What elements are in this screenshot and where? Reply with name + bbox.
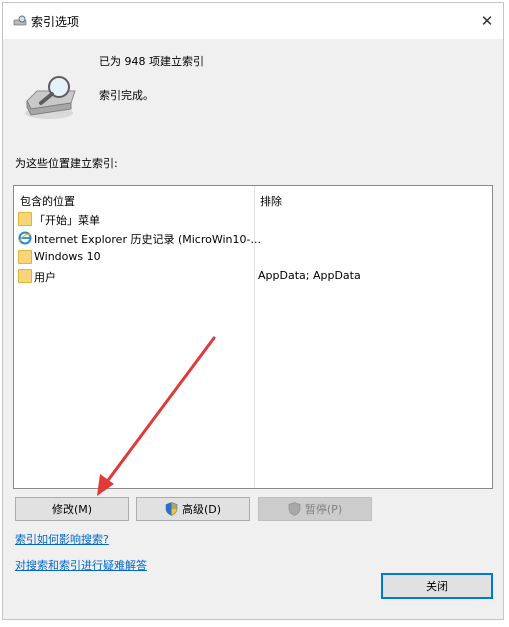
troubleshoot-search-link[interactable]: 对搜索和索引进行疑难解答 — [15, 557, 147, 573]
uac-shield-icon — [165, 502, 178, 516]
list-row-windows-10[interactable]: Windows 10 — [18, 248, 488, 267]
location-name: 「开始」菜单 — [34, 214, 100, 227]
folder-icon — [18, 212, 32, 226]
indexed-locations-list[interactable]: 包含的位置 排除 「开始」菜单 Internet Explorer 历史记录 (… — [13, 185, 493, 489]
pause-button-label: 暂停(P) — [304, 503, 343, 516]
folder-icon — [18, 250, 32, 264]
drive-search-icon — [25, 76, 76, 119]
location-name: 用户 — [34, 271, 56, 284]
modify-button[interactable]: 修改(M) — [15, 497, 129, 521]
column-header-excluded[interactable]: 排除 — [260, 193, 282, 209]
close-window-button[interactable]: ✕ — [471, 3, 503, 39]
advanced-button-label: 高级(D) — [181, 503, 222, 516]
location-name: Windows 10 — [34, 250, 101, 263]
pause-button[interactable]: 暂停(P) — [258, 497, 372, 521]
modify-button-label: 修改(M) — [51, 503, 93, 516]
title-bar: 索引选项 ✕ — [3, 3, 503, 39]
how-indexing-affects-search-link[interactable]: 索引如何影响搜索? — [15, 531, 109, 547]
indexing-drive-icon — [13, 15, 27, 26]
close-icon: ✕ — [480, 12, 494, 30]
exclusion-value: AppData; AppData — [258, 269, 361, 282]
indexed-count-text: 已为 948 项建立索引 — [99, 55, 204, 68]
list-row-users[interactable]: 用户 AppData; AppData — [18, 267, 488, 286]
list-row-ie-history[interactable]: Internet Explorer 历史记录 (MicroWin10-... — [18, 229, 488, 248]
location-name: Internet Explorer 历史记录 (MicroWin10-... — [34, 233, 261, 246]
ie-icon — [18, 231, 32, 245]
column-header-included[interactable]: 包含的位置 — [20, 193, 75, 209]
locations-section-label: 为这些位置建立索引: — [15, 157, 118, 170]
list-row-start-menu[interactable]: 「开始」菜单 — [18, 210, 488, 229]
folder-icon — [18, 269, 32, 283]
index-status-text: 索引完成。 — [99, 89, 154, 102]
advanced-button[interactable]: 高级(D) — [136, 497, 250, 521]
close-button[interactable]: 关闭 — [381, 573, 493, 599]
window-title: 索引选项 — [31, 15, 80, 29]
indexing-options-dialog: 索引选项 ✕ 已为 948 项建立索引 索引完成。 为这些位置建立索引: 包含的… — [2, 2, 504, 620]
close-button-label: 关闭 — [426, 580, 448, 593]
uac-shield-icon — [288, 502, 301, 516]
